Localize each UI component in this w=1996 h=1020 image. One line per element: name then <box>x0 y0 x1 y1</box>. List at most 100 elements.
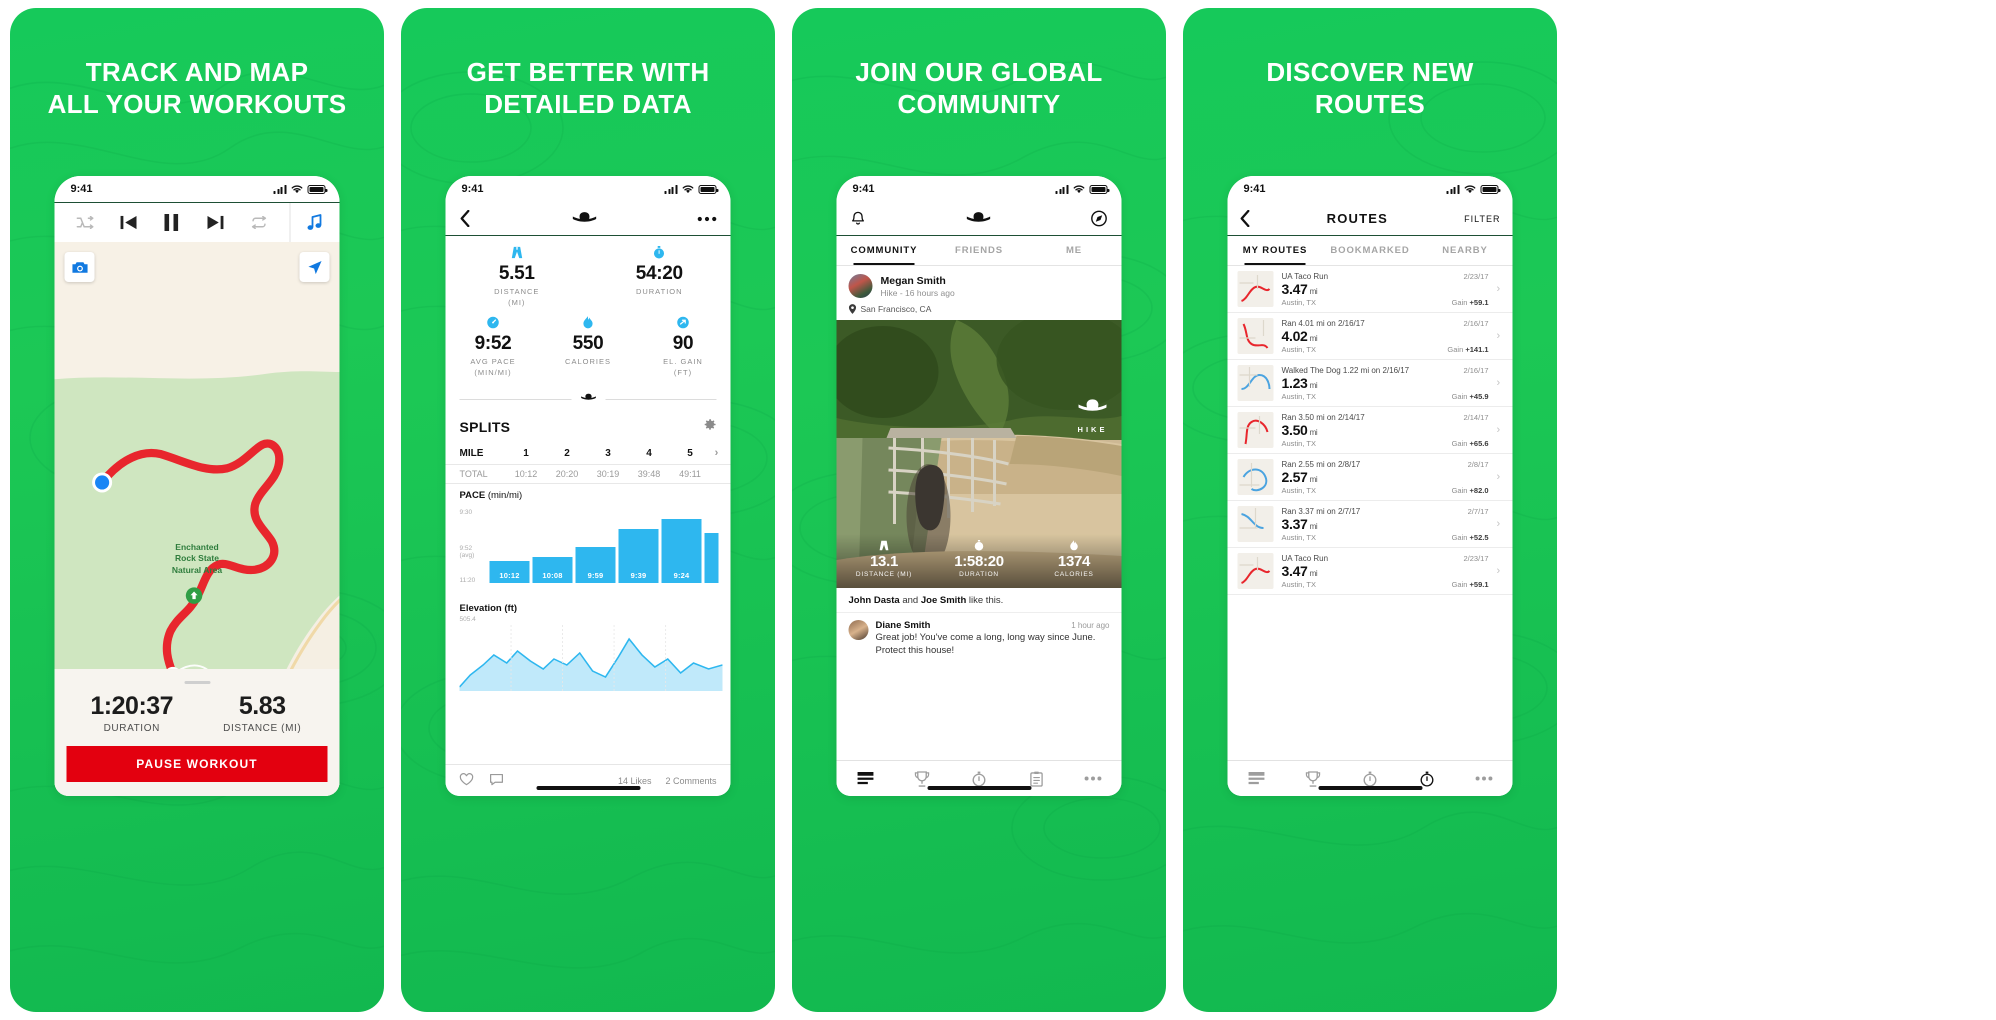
more-dots-icon[interactable] <box>1456 776 1513 781</box>
route-date: 2/23/17 <box>1463 271 1489 281</box>
community-tabs[interactable]: COMMUNITY FRIENDS ME <box>836 236 1122 266</box>
photo-calories-value: 1374 <box>1057 553 1091 570</box>
liker-1[interactable]: John Dasta <box>849 595 900 606</box>
post-author[interactable]: Megan Smith <box>881 275 955 287</box>
list-item[interactable]: Ran 4.01 mi on 2/16/17 2/16/17 4.02 mi Au… <box>1227 313 1513 360</box>
routes-list[interactable]: UA Taco Run 2/23/17 3.47 mi Austin, TX Ga… <box>1227 266 1513 760</box>
route-name: Walked The Dog 1.22 mi on 2/16/17 <box>1281 365 1410 375</box>
route-thumbnail <box>1237 318 1274 354</box>
pace-bar-4[interactable]: 9:39 <box>618 529 659 583</box>
stats-scroll-body[interactable]: 5.51 DISTANCE (MI) 54:20 DURATION 9:52 A… <box>445 236 731 764</box>
tab-friends[interactable]: FRIENDS <box>932 236 1027 265</box>
tab-nearby[interactable]: NEARBY <box>1418 236 1513 265</box>
back-chevron-icon[interactable] <box>1240 210 1251 227</box>
stats-nav-bar <box>445 202 731 236</box>
list-item[interactable]: UA Taco Run 2/23/17 3.47 mi Austin, TX Ga… <box>1227 548 1513 595</box>
route-city: Austin, TX <box>1281 438 1316 448</box>
duration-label: DURATION <box>635 287 683 296</box>
park-marker <box>185 587 203 604</box>
comment-row: Diane Smith 1 hour ago Great job! You've… <box>837 613 1122 665</box>
next-track-icon[interactable] <box>206 215 224 230</box>
pace-tick-avg: 9:52 (avg) <box>459 545 475 559</box>
pace-bar-2[interactable]: 10:08 <box>532 557 573 583</box>
route-name: UA Taco Run <box>1281 271 1329 281</box>
wifi-icon <box>1464 185 1476 194</box>
comment-author[interactable]: Diane Smith <box>876 620 931 631</box>
repeat-icon[interactable] <box>251 216 268 229</box>
route-date: 2/16/17 <box>1463 318 1489 328</box>
headline-line-2: COMMUNITY <box>897 89 1061 120</box>
likes-suffix: like this. <box>966 595 1004 606</box>
chevron-right-icon: › <box>1496 377 1501 389</box>
route-name: Ran 4.01 mi on 2/16/17 <box>1281 318 1365 328</box>
list-item[interactable]: Ran 3.50 mi on 2/14/17 2/14/17 3.50 mi Au… <box>1227 407 1513 454</box>
post-photo[interactable]: HIKE 13.1 DISTANCE (MI) 1:58:20 DURATION <box>836 320 1122 588</box>
gear-icon[interactable] <box>704 418 717 436</box>
pause-workout-button[interactable]: PAUSE WORKOUT <box>66 746 328 782</box>
elevation-icon <box>677 316 689 329</box>
stopwatch-icon[interactable] <box>1342 771 1399 787</box>
cellular-signal-icon <box>273 184 287 194</box>
list-item[interactable]: Walked The Dog 1.22 mi on 2/16/17 2/16/1… <box>1227 360 1513 407</box>
notification-bell-icon[interactable] <box>851 211 866 227</box>
feed-icon[interactable] <box>837 771 894 786</box>
pause-icon[interactable] <box>164 214 179 231</box>
workout-map[interactable]: Enchanted Rock State Natural Area 1:20:3… <box>54 242 340 796</box>
filter-button[interactable]: FILTER <box>1464 214 1500 224</box>
el-gain-label: EL. GAIN (FT) <box>663 357 703 377</box>
list-item[interactable]: UA Taco Run 2/23/17 3.47 mi Austin, TX Ga… <box>1227 266 1513 313</box>
post-header[interactable]: Megan Smith Hike - 16 hours ago <box>837 266 1122 302</box>
more-dots-icon[interactable] <box>1065 776 1122 781</box>
feed-icon[interactable] <box>1228 771 1285 786</box>
clipboard-icon[interactable] <box>1008 771 1065 787</box>
trophy-icon[interactable] <box>1285 770 1342 787</box>
tab-my-routes[interactable]: MY ROUTES <box>1228 236 1323 265</box>
workout-stats-panel: 1:20:37 DURATION 5.83 DISTANCE (MI) PAUS… <box>54 669 340 796</box>
more-dots-icon[interactable] <box>697 216 717 222</box>
compass-icon[interactable] <box>1091 210 1108 227</box>
routes-tabs[interactable]: MY ROUTES BOOKMARKED NEARBY <box>1227 236 1513 266</box>
camera-button[interactable] <box>64 252 95 282</box>
bottom-tab-bar[interactable] <box>1227 760 1513 796</box>
pace-bar-1[interactable]: 10:12 <box>489 561 530 583</box>
battery-icon <box>698 184 719 194</box>
locate-button[interactable] <box>299 252 330 282</box>
likes-count[interactable]: 14 Likes <box>618 776 652 786</box>
stat-duration: 1:20:37 DURATION <box>67 692 198 734</box>
pace-bar-6-partial[interactable] <box>704 533 719 583</box>
headline-line-1: TRACK AND MAP <box>85 57 309 87</box>
bottom-tab-bar[interactable] <box>836 760 1122 796</box>
list-item[interactable]: Ran 3.37 mi on 2/7/17 2/7/17 3.37 mi Aust… <box>1227 501 1513 548</box>
comments-count[interactable]: 2 Comments <box>665 776 716 786</box>
tab-bookmarked[interactable]: BOOKMARKED <box>1323 236 1418 265</box>
elevation-area-chart <box>458 625 723 691</box>
music-note-icon[interactable] <box>307 214 323 231</box>
route-thumbnail <box>1237 553 1274 589</box>
avatar[interactable] <box>848 620 869 640</box>
route-icon[interactable] <box>1399 771 1456 787</box>
splits-next-arrow[interactable]: › <box>711 447 723 459</box>
liker-2[interactable]: Joe Smith <box>921 595 966 606</box>
speech-bubble-icon[interactable] <box>490 773 504 788</box>
list-item[interactable]: Ran 2.55 mi on 2/8/17 2/8/17 2.57 mi Aust… <box>1227 454 1513 501</box>
heart-icon[interactable] <box>459 773 474 788</box>
shuffle-icon[interactable] <box>76 216 94 229</box>
avatar[interactable] <box>848 274 873 298</box>
music-control-bar[interactable] <box>54 202 340 242</box>
status-indicators <box>664 184 719 194</box>
route-name: Ran 3.37 mi on 2/7/17 <box>1281 506 1361 516</box>
pace-bar-5[interactable]: 9:24 <box>661 519 702 583</box>
drag-handle[interactable] <box>184 681 210 684</box>
calories-label: CALORIES <box>565 357 611 366</box>
route-distance: 3.47 mi <box>1281 280 1318 297</box>
status-indicators <box>1446 184 1501 194</box>
back-chevron-icon[interactable] <box>460 210 471 227</box>
route-gain: Gain +59.1 <box>1451 579 1489 589</box>
trophy-icon[interactable] <box>894 770 951 787</box>
tab-community[interactable]: COMMUNITY <box>837 236 932 265</box>
pace-bar-3[interactable]: 9:59 <box>575 547 616 583</box>
previous-track-icon[interactable] <box>120 215 138 230</box>
community-feed[interactable]: Megan Smith Hike - 16 hours ago San Fran… <box>836 266 1122 760</box>
tab-me[interactable]: ME <box>1027 236 1122 265</box>
stopwatch-icon[interactable] <box>951 771 1008 787</box>
